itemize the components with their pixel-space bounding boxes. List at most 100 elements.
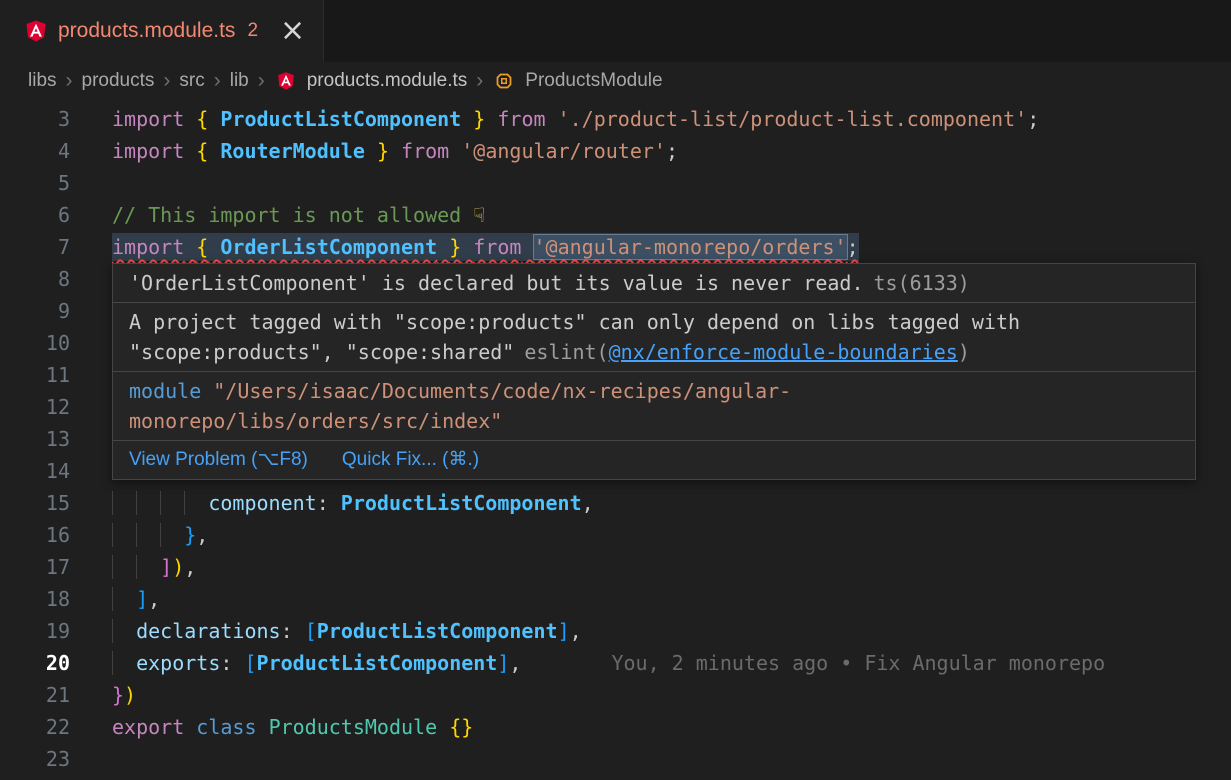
code-line-content[interactable]: export class ProductsModule {}	[112, 711, 473, 743]
breadcrumb-item-lib[interactable]: lib	[230, 70, 249, 92]
code-token: ☟	[473, 203, 485, 227]
code-line[interactable]: 3 import { ProductListComponent } from '.…	[0, 103, 1231, 135]
breadcrumb-item-symbol[interactable]: ProductsModule	[525, 70, 662, 92]
code-line-content[interactable]: import { ProductListComponent } from './…	[112, 103, 1039, 135]
line-number[interactable]: 21	[0, 679, 70, 711]
module-path-line2: monorepo/libs/orders/src/index"	[129, 409, 502, 433]
line-number[interactable]: 19	[0, 615, 70, 647]
error-squiggle-range[interactable]: import { OrderListComponent } from '@ang…	[112, 233, 859, 261]
line-number[interactable]: 17	[0, 551, 70, 583]
line-number[interactable]: 12	[0, 391, 70, 423]
breadcrumb-item-libs[interactable]: libs	[28, 70, 57, 92]
code-line-content[interactable]: // This import is not allowed ☟	[112, 199, 485, 231]
code-line[interactable]: 18 ],	[0, 583, 1231, 615]
code-token	[184, 107, 196, 131]
breadcrumb-separator: ›	[214, 69, 221, 93]
hover-widget: 'OrderListComponent' is declared but its…	[112, 263, 1196, 480]
code-token	[461, 107, 473, 131]
code-line[interactable]: 21})	[0, 679, 1231, 711]
code-token	[208, 107, 220, 131]
code-line-content[interactable]: import { OrderListComponent } from '@ang…	[112, 231, 859, 263]
code-token	[184, 139, 196, 163]
angular-icon	[24, 19, 48, 43]
code-line-content[interactable]: ]),	[112, 551, 196, 583]
code-line[interactable]: 16 },	[0, 519, 1231, 551]
code-line-content[interactable]: })	[112, 679, 136, 711]
code-token: ,	[582, 491, 594, 515]
code-token	[184, 235, 196, 259]
line-number[interactable]: 13	[0, 423, 70, 455]
line-number-active[interactable]: 20	[0, 647, 70, 679]
code-token	[208, 139, 220, 163]
code-line[interactable]: 6 // This import is not allowed ☟	[0, 199, 1231, 231]
line-number[interactable]: 18	[0, 583, 70, 615]
line-number[interactable]: 16	[0, 519, 70, 551]
code-token	[112, 555, 160, 579]
code-token: './product-list/product-list.component'	[558, 107, 1028, 131]
line-number[interactable]: 22	[0, 711, 70, 743]
code-line-content[interactable]: component: ProductListComponent,	[112, 487, 594, 519]
code-token: }	[377, 139, 389, 163]
code-line[interactable]: 5	[0, 167, 1231, 199]
eslint-message-line2-row: "scope:products", "scope:shared"eslint(@…	[129, 337, 1179, 367]
line-number[interactable]: 7	[0, 231, 70, 263]
line-number[interactable]: 9	[0, 295, 70, 327]
code-line[interactable]: 4 import { RouterModule } from '@angular/…	[0, 135, 1231, 167]
code-line[interactable]: 19 declarations: [ProductListComponent],	[0, 615, 1231, 647]
code-line-content[interactable]: import { RouterModule } from '@angular/r…	[112, 135, 678, 167]
code-line[interactable]: 22 export class ProductsModule {}	[0, 711, 1231, 743]
line-number[interactable]: 5	[0, 167, 70, 199]
line-number[interactable]: 15	[0, 487, 70, 519]
code-token: {	[196, 235, 208, 259]
code-line[interactable]: 7 import { OrderListComponent } from '@an…	[0, 231, 1231, 263]
breadcrumb-item-products[interactable]: products	[82, 70, 155, 92]
angular-icon	[276, 71, 296, 91]
line-number[interactable]: 8	[0, 263, 70, 295]
line-number[interactable]: 14	[0, 455, 70, 487]
line-number[interactable]: 10	[0, 327, 70, 359]
code-token: from	[497, 107, 545, 131]
code-token	[485, 107, 497, 131]
tab-products-module[interactable]: products.module.ts 2 ×	[0, 0, 324, 62]
code-token: export	[112, 715, 184, 739]
code-token: ProductListComponent	[317, 619, 558, 643]
breadcrumb-item-file[interactable]: products.module.ts	[307, 70, 468, 92]
code-token: }	[112, 683, 124, 707]
code-token: class	[196, 715, 256, 739]
code-token: }	[449, 235, 461, 259]
eslint-message-line1: A project tagged with "scope:products" c…	[129, 307, 1179, 337]
code-line-content[interactable]: declarations: [ProductListComponent],	[112, 615, 582, 647]
code-token: ,	[184, 555, 196, 579]
code-token: ProductListComponent	[257, 651, 498, 675]
close-icon[interactable]: ×	[280, 16, 305, 46]
code-token	[389, 139, 401, 163]
code-token: ,	[570, 619, 582, 643]
code-line-content[interactable]: },	[112, 519, 208, 551]
breadcrumb-item-src[interactable]: src	[179, 70, 204, 92]
code-token: :	[317, 491, 341, 515]
line-number[interactable]: 4	[0, 135, 70, 167]
code-line[interactable]: 17 ]),	[0, 551, 1231, 583]
quick-fix-action[interactable]: Quick Fix... (⌘.)	[342, 445, 479, 475]
hover-status-bar: View Problem (⌥F8) Quick Fix... (⌘.)	[113, 440, 1195, 479]
view-problem-action[interactable]: View Problem (⌥F8)	[129, 445, 308, 475]
hovered-import-path: '@angular-monorepo/orders'	[534, 235, 847, 259]
line-number[interactable]: 23	[0, 743, 70, 775]
line-number[interactable]: 11	[0, 359, 70, 391]
line-number[interactable]: 6	[0, 199, 70, 231]
code-token: ProductListComponent	[341, 491, 582, 515]
editor[interactable]: 3 import { ProductListComponent } from '.…	[0, 100, 1231, 780]
eslint-rule-link[interactable]: @nx/enforce-module-boundaries	[609, 340, 958, 364]
code-token	[112, 491, 208, 515]
code-line-content[interactable]: ],	[112, 583, 160, 615]
code-line-content[interactable]: exports: [ProductListComponent],You, 2 m…	[112, 647, 1105, 679]
breadcrumb-separator: ›	[66, 69, 73, 93]
code-line[interactable]: 23	[0, 743, 1231, 775]
code-line[interactable]: 20 exports: [ProductListComponent],You, …	[0, 647, 1231, 679]
code-token: from	[473, 235, 521, 259]
code-token: {	[196, 107, 208, 131]
code-token	[449, 139, 461, 163]
code-token: ,	[196, 523, 208, 547]
line-number[interactable]: 3	[0, 103, 70, 135]
code-line[interactable]: 15 component: ProductListComponent,	[0, 487, 1231, 519]
